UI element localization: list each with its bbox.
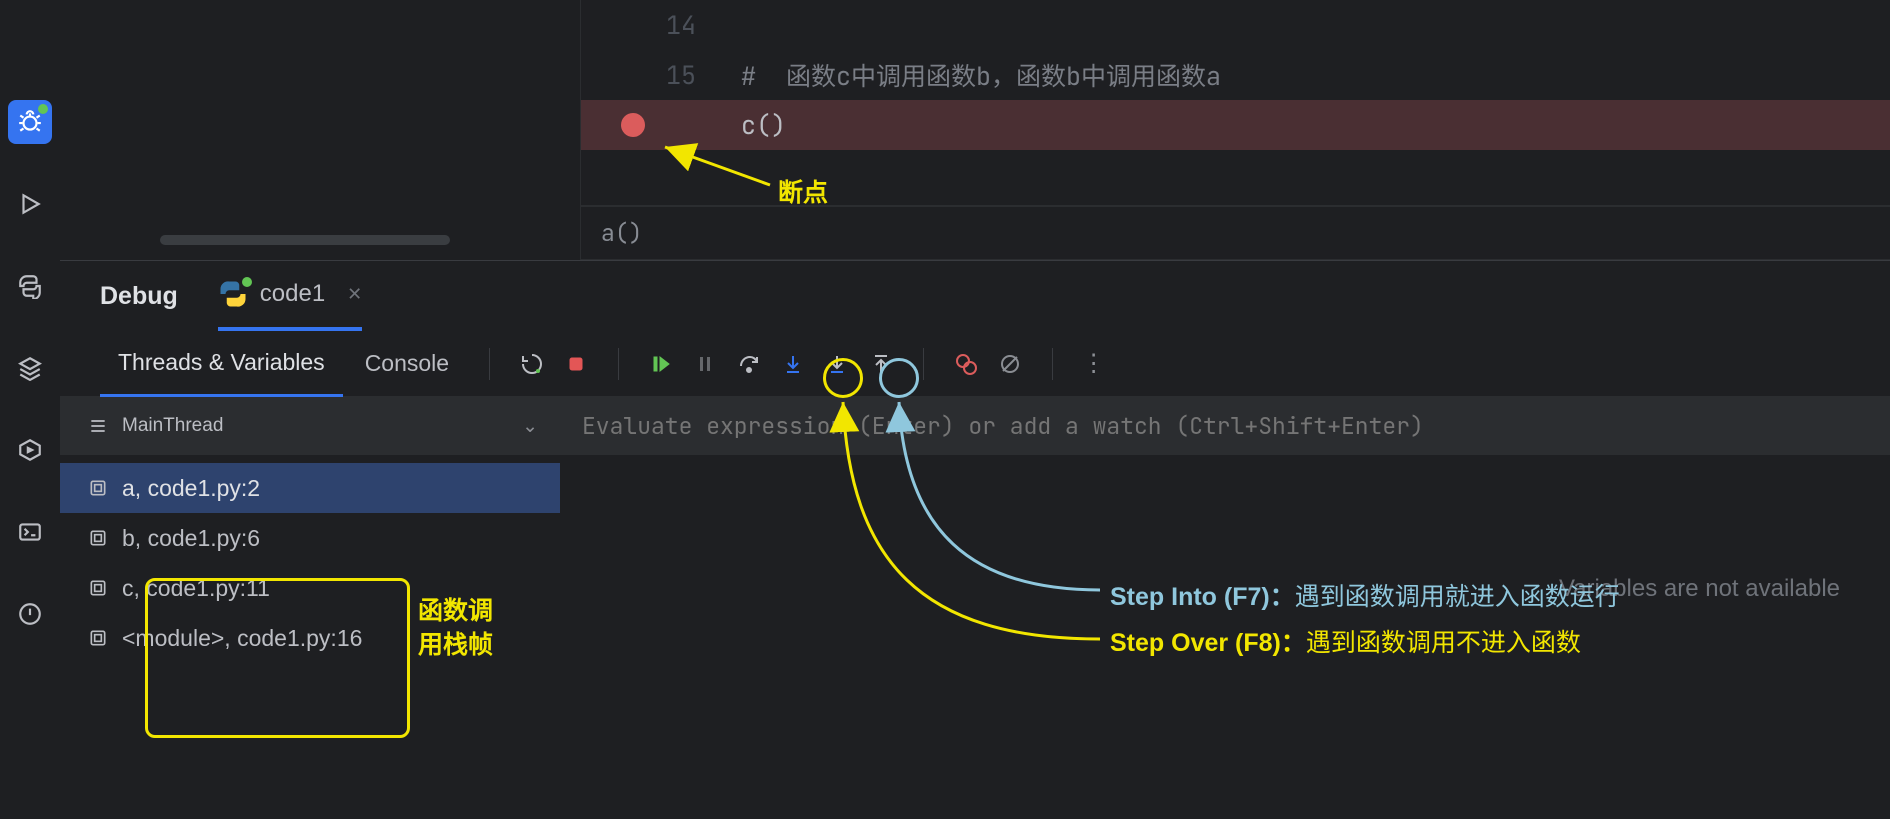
bug-icon	[17, 109, 43, 135]
frame-icon	[88, 528, 108, 548]
stack-frames: a, code1.py:2 b, code1.py:6 c, code1.py:…	[60, 455, 560, 819]
left-toolstrip	[0, 0, 60, 819]
top-area: 14 15 # 函数c中调用函数b，函数b中调用函数a c() a()	[60, 0, 1890, 260]
editor-line[interactable]: 15 # 函数c中调用函数b，函数b中调用函数a	[581, 50, 1890, 100]
view-breakpoints-button[interactable]	[946, 344, 986, 384]
step-over-button[interactable]	[729, 344, 769, 384]
frames-panel: MainThread ⌄ a, code1.py:2 b, code1.py:6…	[60, 397, 560, 819]
debug-body: MainThread ⌄ a, code1.py:2 b, code1.py:6…	[60, 397, 1890, 819]
rerun-button[interactable]	[512, 344, 552, 384]
run-tool[interactable]	[8, 182, 52, 226]
breakpoint-icon[interactable]	[621, 113, 645, 137]
debug-tool[interactable]	[8, 100, 52, 144]
tab-console[interactable]: Console	[347, 331, 467, 397]
evaluate-input[interactable]	[582, 411, 1890, 441]
variables-unavailable-msg: Variables are not available	[560, 575, 1890, 603]
pause-button[interactable]	[685, 344, 725, 384]
stack-frame[interactable]: c, code1.py:11	[60, 563, 560, 613]
editor-line-breakpoint[interactable]: c()	[581, 100, 1890, 150]
stack-frame[interactable]: b, code1.py:6	[60, 513, 560, 563]
play-icon	[17, 191, 43, 217]
python-console-tool[interactable]	[8, 264, 52, 308]
debug-header: Debug code1 ✕	[60, 261, 1890, 331]
python-file-icon	[218, 279, 248, 309]
thread-icon	[88, 416, 108, 436]
annotation-step-over-circle	[823, 358, 863, 398]
services-tool[interactable]	[8, 428, 52, 472]
structure-tool[interactable]	[8, 346, 52, 390]
code-comment: # 函数c中调用函数b，函数b中调用函数a	[741, 59, 1221, 93]
warning-icon	[17, 601, 43, 627]
evaluate-expression-bar[interactable]	[560, 397, 1890, 455]
terminal-tool[interactable]	[8, 510, 52, 554]
frame-icon	[88, 478, 108, 498]
editor-sticky-context[interactable]: a()	[581, 207, 1890, 260]
thread-name: MainThread	[122, 415, 223, 437]
debug-run-tab-label: code1	[260, 280, 325, 308]
chevron-down-icon: ⌄	[522, 415, 538, 438]
separator	[489, 348, 490, 380]
line-number: 15	[666, 58, 696, 92]
debug-title: Debug	[100, 282, 178, 311]
debug-panel: Debug code1 ✕ Threads & Variables Consol…	[60, 260, 1890, 819]
more-actions-button[interactable]: ⋮	[1075, 344, 1115, 384]
terminal-icon	[17, 519, 43, 545]
code-editor[interactable]: 14 15 # 函数c中调用函数b，函数b中调用函数a c() a()	[580, 0, 1890, 260]
line-number: 14	[666, 8, 696, 42]
debug-run-tab[interactable]: code1 ✕	[218, 261, 362, 331]
stack-frame[interactable]: <module>, code1.py:16	[60, 613, 560, 663]
code-text: c()	[731, 108, 1890, 142]
thread-selector[interactable]: MainThread ⌄	[60, 397, 560, 455]
step-into-button[interactable]	[773, 344, 813, 384]
tab-threads-variables[interactable]: Threads & Variables	[100, 331, 343, 397]
frame-icon	[88, 628, 108, 648]
problems-tool[interactable]	[8, 592, 52, 636]
frame-icon	[88, 578, 108, 598]
services-icon	[17, 437, 43, 463]
separator	[923, 348, 924, 380]
separator	[1052, 348, 1053, 380]
debug-toolbar: Threads & Variables Console ⋮	[60, 331, 1890, 397]
project-panel-collapsed	[60, 0, 580, 260]
resume-button[interactable]	[641, 344, 681, 384]
separator	[618, 348, 619, 380]
stop-button[interactable]	[556, 344, 596, 384]
horizontal-scrollbar[interactable]	[160, 235, 450, 245]
close-icon[interactable]: ✕	[347, 284, 362, 305]
editor-line[interactable]: 14	[581, 0, 1890, 50]
stack-frame[interactable]: a, code1.py:2	[60, 463, 560, 513]
python-icon	[17, 273, 43, 299]
variables-panel: Variables are not available	[560, 397, 1890, 819]
annotation-step-into-circle	[879, 358, 919, 398]
layers-icon	[17, 355, 43, 381]
mute-breakpoints-button[interactable]	[990, 344, 1030, 384]
